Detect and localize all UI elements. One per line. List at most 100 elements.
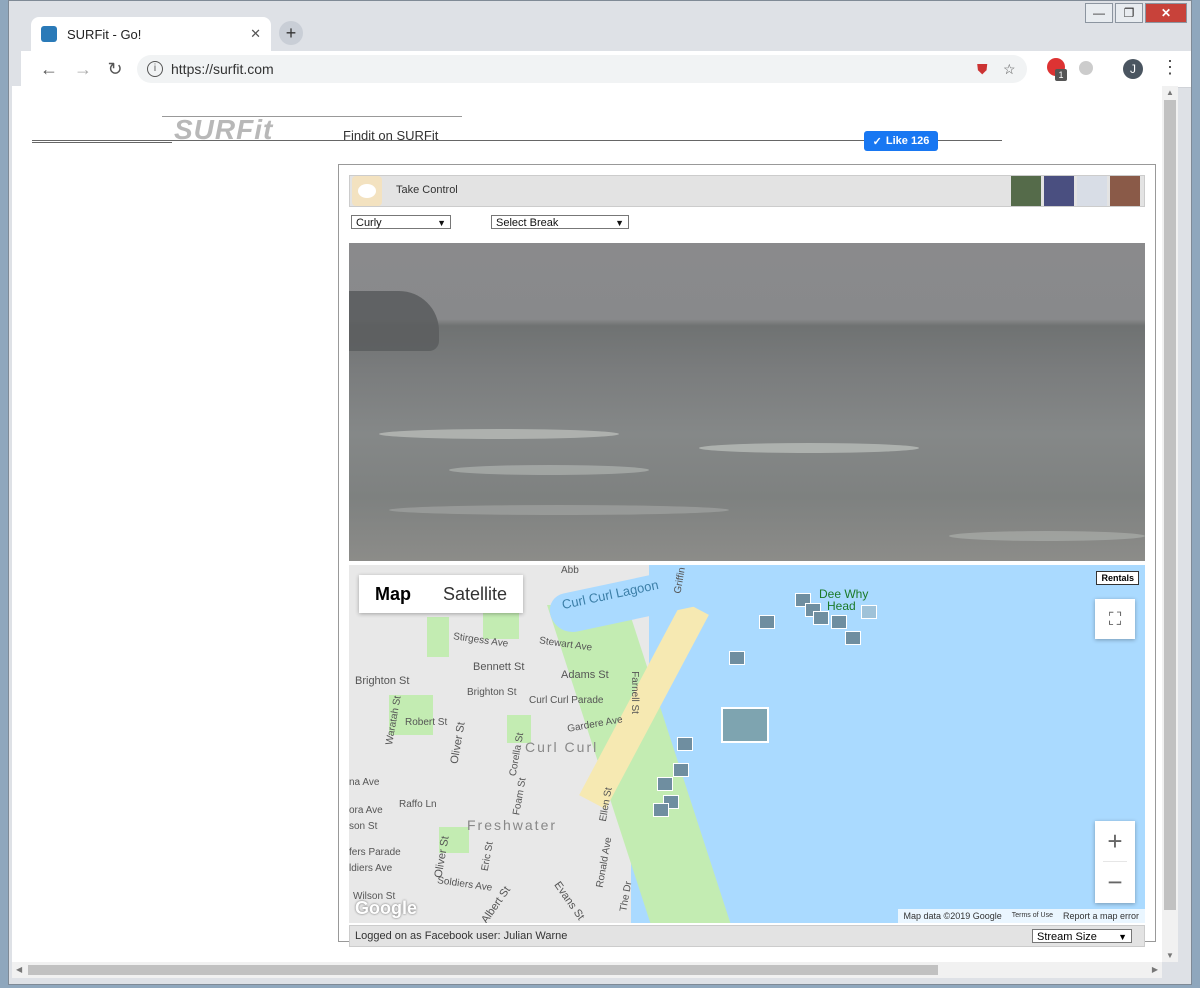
close-tab-icon[interactable]: ✕ xyxy=(250,26,261,42)
map-label: Head xyxy=(827,599,856,613)
zoom-out-button[interactable]: − xyxy=(1095,862,1135,902)
viewer-photo[interactable] xyxy=(1110,176,1140,206)
surf-cam-marker-selected[interactable] xyxy=(721,707,769,743)
map-label: Adams St xyxy=(561,669,609,681)
surf-cam-marker[interactable] xyxy=(677,737,693,751)
extension-badge: 1 xyxy=(1055,69,1067,81)
blocked-shield-icon[interactable]: ⛊ xyxy=(977,61,988,78)
scroll-right-icon[interactable]: ▶ xyxy=(1152,965,1158,974)
surf-cam-marker[interactable] xyxy=(657,777,673,791)
back-arrow-icon[interactable]: ← xyxy=(39,59,59,79)
map-label: Abb xyxy=(561,565,579,576)
chevron-down-icon: ▼ xyxy=(1118,932,1127,942)
url-text: https://surfit.com xyxy=(171,61,274,77)
report-error-link[interactable]: Report a map error xyxy=(1063,909,1139,923)
info-icon[interactable]: i xyxy=(147,61,163,77)
location-select[interactable]: Curly ▼ xyxy=(351,215,451,229)
maximize-icon[interactable]: ❐ xyxy=(1115,3,1143,23)
surf-cam-marker[interactable] xyxy=(861,605,877,619)
map-label: fers Parade xyxy=(349,847,401,858)
rentals-button[interactable]: Rentals xyxy=(1096,571,1139,585)
surf-cam-video[interactable] xyxy=(349,243,1145,561)
chevron-down-icon: ▼ xyxy=(615,218,624,228)
surf-cam-marker[interactable] xyxy=(673,763,689,777)
surf-cam-panel: Take Control Curly ▼ Select Break ▼ Map … xyxy=(338,164,1156,947)
surf-cam-marker[interactable] xyxy=(759,615,775,629)
header-divider xyxy=(32,140,1002,141)
surf-cam-marker[interactable] xyxy=(845,631,861,645)
horizontal-scrollbar[interactable]: ◀ ▶ xyxy=(12,962,1162,978)
viewer-thumbnails xyxy=(1011,176,1140,206)
map-label: Ronald Ave xyxy=(594,836,615,889)
browser-tab-active[interactable]: SURFit - Go! ✕ xyxy=(31,17,271,51)
map-label: na Ave xyxy=(349,777,380,788)
area-label: Freshwater xyxy=(467,817,558,833)
wave-shape xyxy=(949,531,1145,541)
map-label: Brighton St xyxy=(355,675,410,687)
map-label: Evans St xyxy=(551,879,587,923)
take-control-link[interactable]: Take Control xyxy=(396,184,458,196)
extension-icon[interactable] xyxy=(1079,61,1093,75)
surf-cam-marker[interactable] xyxy=(813,611,829,625)
map-label: Brighton St xyxy=(467,687,517,698)
map-label: ldiers Ave xyxy=(349,863,393,874)
window-controls: — ❐ ✕ xyxy=(1085,3,1187,23)
surf-cam-marker[interactable] xyxy=(729,651,745,665)
fullscreen-icon[interactable]: ⛶ xyxy=(1095,599,1135,639)
user-avatar xyxy=(352,176,382,206)
viewer-photo[interactable] xyxy=(1077,176,1107,206)
new-tab-button[interactable]: + xyxy=(279,21,303,45)
address-bar[interactable]: i https://surfit.com ⛊ ☆ xyxy=(137,55,1027,83)
forward-arrow-icon[interactable]: → xyxy=(73,59,93,79)
map-type-map[interactable]: Map xyxy=(359,575,427,613)
google-map[interactable]: Map Satellite Curl Curl Lagoon Abb Griff… xyxy=(349,565,1145,923)
area-label: Curl Curl xyxy=(525,739,599,755)
control-bar: Take Control xyxy=(349,175,1145,207)
map-attribution: Map data ©2019 Google Terms of Use Repor… xyxy=(897,909,1145,923)
scroll-up-icon[interactable]: ▲ xyxy=(1166,88,1174,97)
page-viewport: SURFit Findit on SURFit ✓ Like 126 Take … xyxy=(12,86,1162,962)
scroll-left-icon[interactable]: ◀ xyxy=(16,965,22,974)
map-label: Eric St xyxy=(479,841,496,872)
facebook-like-button[interactable]: ✓ Like 126 xyxy=(864,131,938,151)
close-window-icon[interactable]: ✕ xyxy=(1145,3,1187,23)
check-icon: ✓ xyxy=(872,135,882,148)
viewer-photo[interactable] xyxy=(1011,176,1041,206)
wave-shape xyxy=(379,429,619,439)
menu-dots-icon[interactable]: ⋮ xyxy=(1161,57,1179,78)
wave-shape xyxy=(389,505,729,515)
map-label: ora Ave xyxy=(349,805,383,816)
surf-cam-marker[interactable] xyxy=(831,615,847,629)
stream-size-value: Stream Size xyxy=(1037,931,1097,943)
location-value: Curly xyxy=(356,217,382,229)
break-select[interactable]: Select Break ▼ xyxy=(491,215,629,229)
surfit-logo[interactable]: SURFit xyxy=(174,114,273,146)
profile-avatar[interactable]: J xyxy=(1123,59,1143,79)
chevron-down-icon: ▼ xyxy=(437,218,446,228)
map-label: Soldiers Ave xyxy=(436,875,493,894)
map-type-satellite[interactable]: Satellite xyxy=(427,575,523,613)
terms-link[interactable]: Terms of Use xyxy=(1012,909,1053,923)
logged-in-text: Logged on as Facebook user: Julian Warne xyxy=(355,930,568,942)
viewer-photo[interactable] xyxy=(1044,176,1074,206)
stream-size-select[interactable]: Stream Size ▼ xyxy=(1032,929,1132,943)
bookmark-star-icon[interactable]: ☆ xyxy=(1003,61,1016,78)
wave-shape xyxy=(449,465,649,475)
google-logo[interactable]: Google xyxy=(355,898,417,919)
reload-icon[interactable]: ↻ xyxy=(105,59,125,79)
surfit-favicon-icon xyxy=(41,26,57,42)
vertical-scrollbar[interactable]: ▲ ▼ xyxy=(1162,86,1178,962)
zoom-control: + − xyxy=(1095,821,1135,903)
scroll-down-icon[interactable]: ▼ xyxy=(1166,951,1174,960)
map-label: Raffo Ln xyxy=(399,799,437,810)
tab-title: SURFit - Go! xyxy=(67,26,142,42)
browser-toolbar: ← → ↻ i https://surfit.com ⛊ ☆ 1 J ⋮ xyxy=(21,51,1191,88)
surf-cam-marker[interactable] xyxy=(653,803,669,817)
zoom-in-button[interactable]: + xyxy=(1095,821,1135,861)
header-divider-left xyxy=(32,142,172,143)
vertical-scroll-thumb[interactable] xyxy=(1164,100,1176,910)
minimize-icon[interactable]: — xyxy=(1085,3,1113,23)
horizontal-scroll-thumb[interactable] xyxy=(28,965,938,975)
background-tabs xyxy=(309,11,1069,31)
map-label: Bennett St xyxy=(473,661,525,673)
